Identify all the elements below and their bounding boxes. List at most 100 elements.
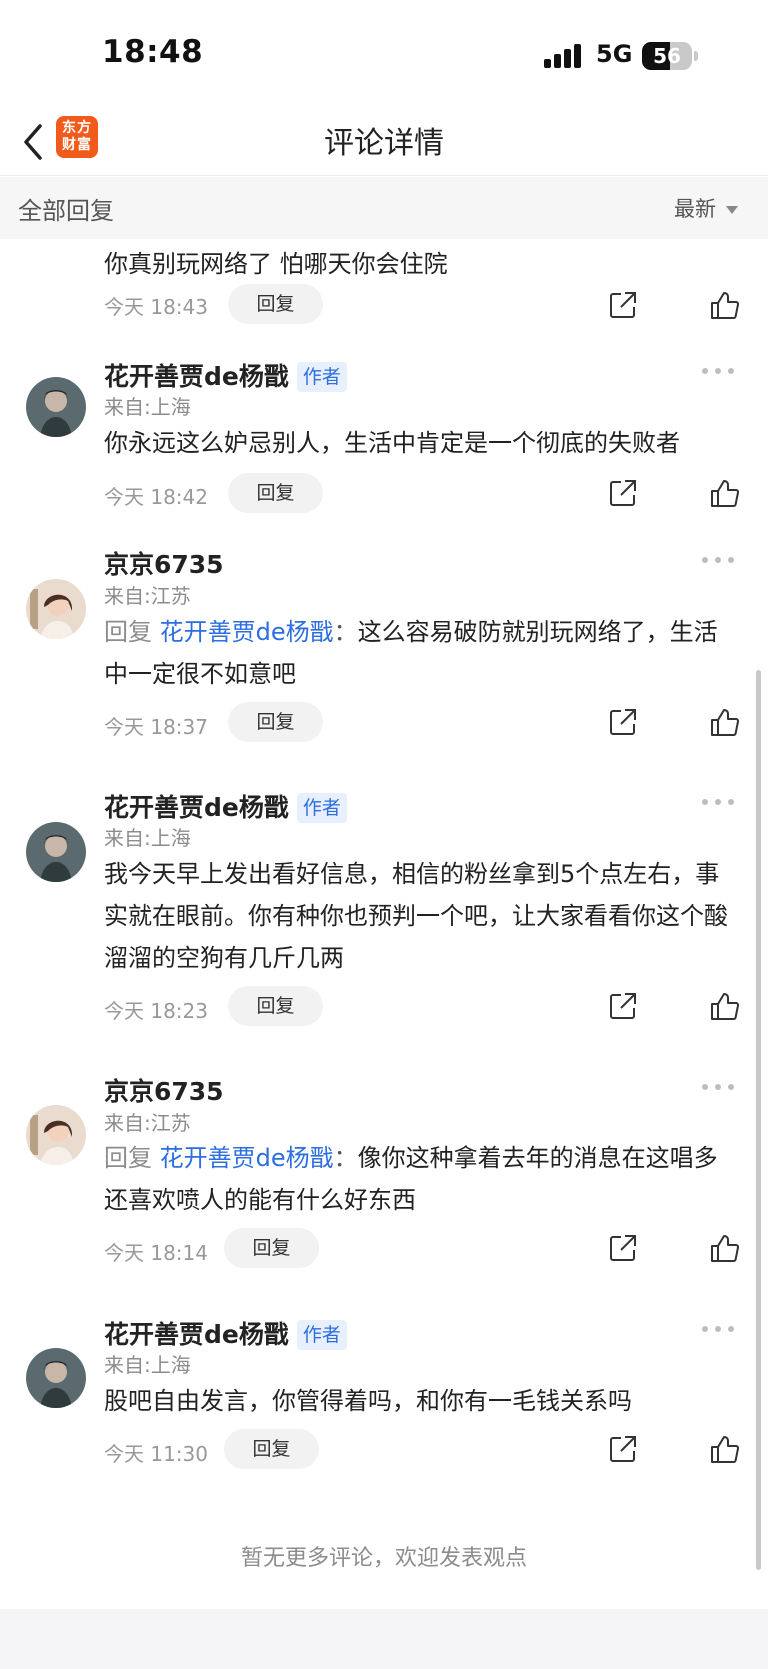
reply-button[interactable]: 回复	[228, 986, 323, 1026]
username-text: 花开善贾de杨戬	[104, 793, 289, 822]
username-text: 花开善贾de杨戬	[104, 362, 289, 391]
reply-button[interactable]: 回复	[228, 702, 323, 742]
reply-separator: ：	[333, 618, 358, 646]
comment-time: 今天 18:43	[104, 295, 208, 319]
more-options-button[interactable]	[698, 550, 738, 570]
sort-label: 最新	[674, 197, 716, 221]
avatar[interactable]	[26, 1348, 86, 1408]
thumbs-up-icon	[711, 480, 740, 507]
username-text: 京京6735	[104, 550, 224, 579]
reply-prefix: 回复	[104, 618, 152, 646]
location: 来自:上海	[104, 826, 191, 850]
reply-button[interactable]: 回复	[224, 1429, 319, 1469]
author-badge: 作者	[296, 1320, 347, 1350]
comment-text: 你永远这么妒忌别人，生活中肯定是一个彻底的失败者	[104, 429, 680, 457]
thumbs-up-icon	[711, 709, 740, 736]
reply-button[interactable]: 回复	[224, 1228, 319, 1268]
thumbs-up-icon	[711, 1436, 740, 1463]
like-button[interactable]	[709, 706, 741, 738]
location: 来自:江苏	[104, 1111, 191, 1135]
comment-list: 你真别玩网络了 怕哪天你会住院 今天 18:43 回复 花开善贾de杨戬 作者 来…	[0, 239, 768, 1609]
comment-text: 股吧自由发言，你管得着吗，和你有一毛钱关系吗	[104, 1387, 632, 1415]
avatar[interactable]	[26, 1105, 86, 1165]
share-button[interactable]	[607, 289, 639, 321]
share-button[interactable]	[607, 477, 639, 509]
status-bar: 18:48 5G 56	[0, 0, 768, 108]
more-options-button[interactable]	[698, 792, 738, 812]
end-of-comments-note: 暂无更多评论，欢迎发表观点	[240, 1546, 527, 1571]
comment-time: 今天 18:23	[104, 999, 208, 1023]
signal-icon	[544, 44, 584, 68]
share-icon	[610, 709, 636, 735]
like-button[interactable]	[709, 477, 741, 509]
bottom-bar	[0, 1609, 768, 1669]
comment-time: 今天 11:30	[104, 1442, 208, 1466]
avatar[interactable]	[26, 822, 86, 882]
comment-text: 回复 花开善贾de杨戬：像你这种拿着去年的消息在这唱多还喜欢喷人的能有什么好东西	[104, 1137, 734, 1221]
reply-target-link[interactable]: 花开善贾de杨戬	[160, 1144, 334, 1172]
more-options-button[interactable]	[698, 1319, 738, 1339]
battery-icon: 56	[642, 42, 692, 70]
like-button[interactable]	[709, 1232, 741, 1264]
reply-prefix: 回复	[104, 1144, 152, 1172]
section-title: 全部回复	[18, 197, 114, 225]
more-options-button[interactable]	[698, 361, 738, 381]
comment-time: 今天 18:37	[104, 715, 208, 739]
thumbs-up-icon	[711, 292, 740, 319]
username[interactable]: 花开善贾de杨戬 作者	[104, 1315, 347, 1351]
username[interactable]: 花开善贾de杨戬 作者	[104, 357, 347, 393]
battery-level: 56	[653, 44, 681, 68]
comment-time: 今天 18:42	[104, 485, 208, 509]
section-header: 全部回复 最新	[0, 177, 768, 239]
comment-detail-page: 18:48 5G 56 东方 财富 评论详情 全部回复 最新 你真别玩网络了 怕…	[0, 0, 768, 1669]
user-avatar-image	[26, 1105, 86, 1165]
user-avatar-image	[26, 377, 86, 437]
thumbs-up-icon	[711, 993, 740, 1020]
username[interactable]: 京京6735	[104, 545, 224, 581]
battery-tip	[694, 51, 698, 61]
like-button[interactable]	[709, 1433, 741, 1465]
avatar[interactable]	[26, 377, 86, 437]
username-text: 花开善贾de杨戬	[104, 1320, 289, 1349]
thumbs-up-icon	[711, 1235, 740, 1262]
scrollbar[interactable]	[756, 670, 761, 1570]
share-button[interactable]	[607, 706, 639, 738]
author-badge: 作者	[296, 793, 347, 823]
share-button[interactable]	[607, 990, 639, 1022]
share-button[interactable]	[607, 1232, 639, 1264]
share-icon	[610, 1235, 636, 1261]
location: 来自:江苏	[104, 584, 191, 608]
share-icon	[610, 993, 636, 1019]
user-avatar-image	[26, 1348, 86, 1408]
username[interactable]: 京京6735	[104, 1072, 224, 1108]
reply-button[interactable]: 回复	[228, 473, 323, 513]
status-time: 18:48	[102, 34, 204, 70]
share-button[interactable]	[607, 1433, 639, 1465]
location: 来自:上海	[104, 1353, 191, 1377]
user-avatar-image	[26, 579, 86, 639]
comment-text: 我今天早上发出看好信息，相信的粉丝拿到5个点左右，事实就在眼前。你有种你也预判一…	[104, 860, 728, 972]
comment-text: 回复 花开善贾de杨戬：这么容易破防就别玩网络了，生活中一定很不如意吧	[104, 611, 734, 695]
reply-separator: ：	[333, 1144, 358, 1172]
username-text: 京京6735	[104, 1077, 224, 1106]
share-icon	[610, 480, 636, 506]
share-icon	[610, 1436, 636, 1462]
comment-time: 今天 18:14	[104, 1241, 208, 1265]
user-avatar-image	[26, 822, 86, 882]
like-button[interactable]	[709, 990, 741, 1022]
nav-bar: 东方 财富 评论详情	[0, 108, 768, 176]
reply-button[interactable]: 回复	[228, 284, 323, 324]
like-button[interactable]	[709, 289, 741, 321]
share-icon	[610, 292, 636, 318]
username[interactable]: 花开善贾de杨戬 作者	[104, 788, 347, 824]
caret-down-icon	[726, 206, 738, 214]
reply-target-link[interactable]: 花开善贾de杨戬	[160, 618, 334, 646]
location: 来自:上海	[104, 395, 191, 419]
network-type: 5G	[596, 40, 633, 68]
page-title: 评论详情	[324, 126, 444, 161]
more-options-button[interactable]	[698, 1077, 738, 1097]
avatar[interactable]	[26, 579, 86, 639]
comment-text: 你真别玩网络了 怕哪天你会住院	[104, 250, 448, 278]
sort-dropdown[interactable]: 最新	[674, 193, 738, 223]
author-badge: 作者	[296, 362, 347, 392]
